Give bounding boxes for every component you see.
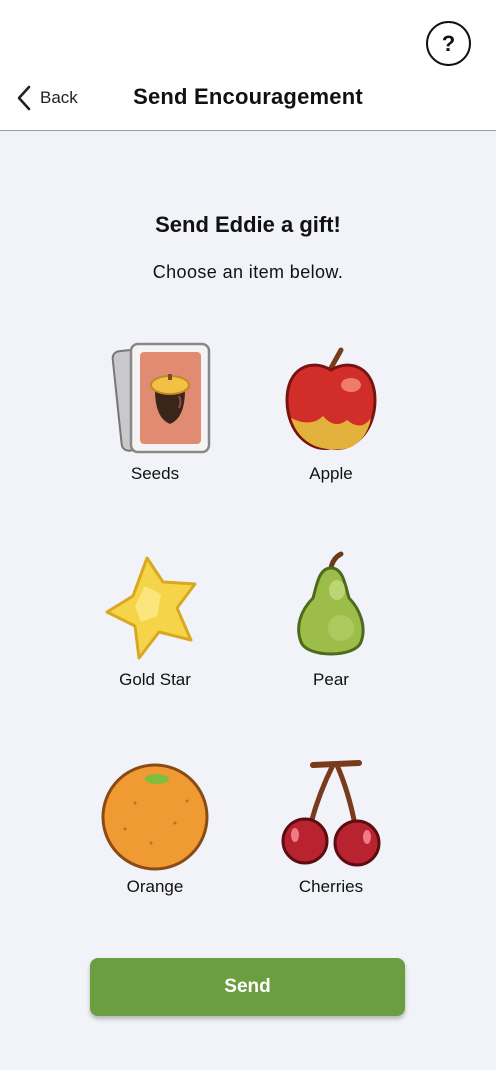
gift-option-apple[interactable]: Apple — [261, 340, 401, 484]
gift-option-pear[interactable]: Pear — [261, 546, 401, 690]
gift-label: Apple — [309, 464, 353, 483]
help-label: ? — [441, 30, 456, 56]
gift-label: Pear — [313, 670, 349, 689]
gift-option-orange[interactable]: Orange — [85, 753, 225, 897]
gift-heading: Send Eddie a gift! — [155, 212, 341, 237]
send-button-label: Send — [224, 976, 271, 997]
gift-label: Gold Star — [119, 670, 191, 689]
gold-star-icon — [105, 556, 197, 660]
gift-option-seeds[interactable]: Seeds — [85, 340, 225, 484]
gift-subheading: Choose an item below. — [152, 262, 344, 282]
send-button[interactable]: Send — [90, 958, 405, 1016]
apple-icon — [285, 347, 377, 450]
seed-card-icon — [111, 342, 211, 454]
gift-label: Orange — [126, 877, 184, 896]
help-button[interactable]: ? — [426, 21, 471, 66]
gift-label: Seeds — [130, 464, 180, 483]
gift-label: Cherries — [298, 877, 364, 896]
cherries-icon — [281, 760, 381, 867]
gift-option-cherries[interactable]: Cherries — [261, 753, 401, 897]
header-bar: ? Back Send Encouragement — [0, 0, 496, 131]
page-title: Send Encouragement — [133, 84, 363, 109]
orange-icon — [101, 763, 209, 871]
gift-option-gold-star[interactable]: Gold Star — [85, 546, 225, 690]
pear-icon — [297, 551, 365, 656]
